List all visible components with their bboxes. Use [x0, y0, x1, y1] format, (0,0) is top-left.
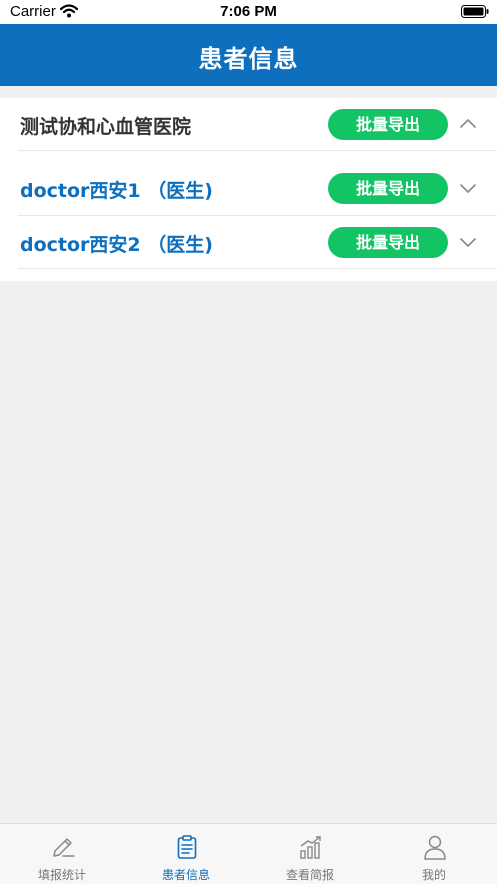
- batch-export-button[interactable]: 批量导出: [328, 109, 448, 140]
- battery-icon: [461, 5, 489, 22]
- hospital-list: 测试协和心血管医院 批量导出 doctor西安1 （医生) 批量导出 docto…: [0, 98, 497, 281]
- clipboard-icon: [174, 834, 200, 860]
- batch-export-button[interactable]: 批量导出: [328, 227, 448, 258]
- tab-mine[interactable]: 我的: [372, 824, 496, 884]
- doctor-name: doctor西安1 （医生): [20, 180, 213, 202]
- page-title: 患者信息: [198, 45, 299, 73]
- tab-label: 我的: [421, 868, 446, 882]
- status-bar: Carrier 7:06 PM: [0, 0, 497, 24]
- clock-time: 7:06 PM: [220, 3, 277, 20]
- chevron-down-icon[interactable]: [458, 232, 478, 252]
- tab-patient-info[interactable]: 患者信息: [124, 824, 248, 884]
- tab-bar: 填报统计 患者信息 查看简报 我的: [0, 823, 497, 884]
- tab-label: 患者信息: [161, 868, 210, 882]
- row-divider: [18, 268, 497, 269]
- tab-view-report[interactable]: 查看简报: [248, 824, 372, 884]
- doctor-row[interactable]: doctor西安2 （医生) 批量导出: [0, 216, 497, 268]
- pen-icon: [50, 834, 76, 860]
- navigation-bar: 患者信息: [0, 24, 497, 86]
- batch-export-button[interactable]: 批量导出: [328, 173, 448, 204]
- doctor-row[interactable]: doctor西安1 （医生) 批量导出: [0, 162, 497, 214]
- hospital-row[interactable]: 测试协和心血管医院 批量导出: [0, 98, 497, 150]
- row-divider: [18, 150, 497, 151]
- chevron-down-icon[interactable]: [458, 178, 478, 198]
- tab-fill-stats[interactable]: 填报统计: [0, 824, 124, 884]
- chart-icon: [298, 834, 324, 860]
- person-icon: [422, 834, 448, 860]
- chevron-up-icon[interactable]: [458, 114, 478, 134]
- doctor-name: doctor西安2 （医生): [20, 234, 213, 256]
- hospital-name: 测试协和心血管医院: [20, 116, 192, 138]
- tab-label: 填报统计: [37, 868, 86, 882]
- tab-label: 查看简报: [285, 868, 334, 882]
